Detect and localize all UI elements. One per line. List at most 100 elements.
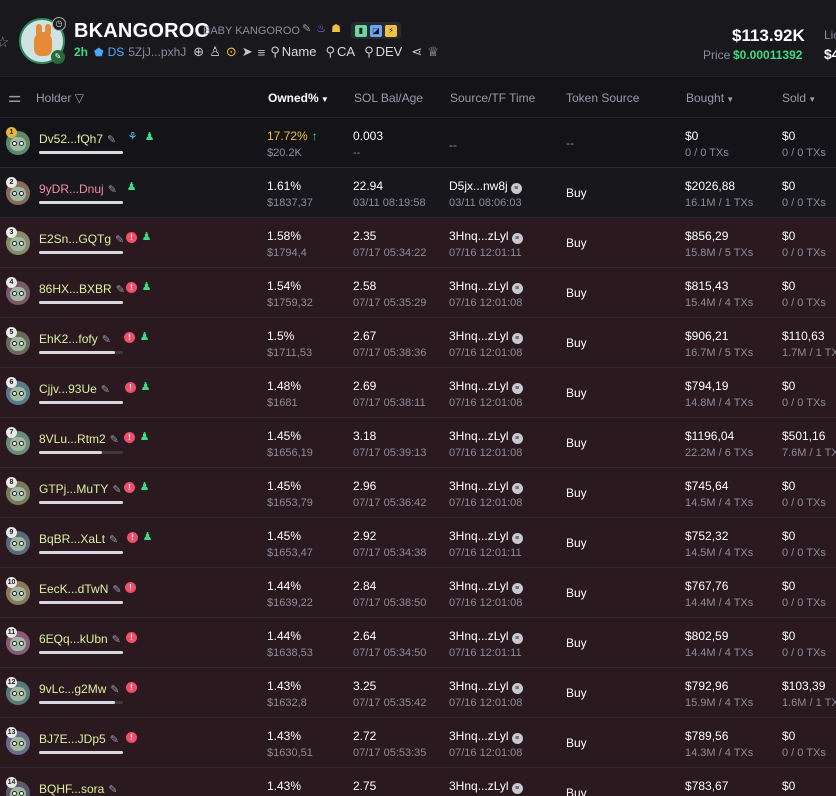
- pencil-icon[interactable]: ✎: [108, 784, 117, 796]
- funding-source[interactable]: 3Hnq...zLyl ≡: [449, 279, 523, 294]
- edit-avatar-icon[interactable]: ✎: [51, 50, 65, 64]
- pencil-icon[interactable]: ✎: [101, 384, 110, 396]
- user-tag-icon[interactable]: ♟: [144, 132, 155, 143]
- holder-address[interactable]: EhK2...fofy ✎: [39, 332, 111, 346]
- warning-tag-icon[interactable]: !: [126, 682, 137, 693]
- pencil-icon[interactable]: ✎: [102, 334, 111, 346]
- warning-tag-icon[interactable]: !: [125, 582, 136, 593]
- warning-tag-icon[interactable]: !: [126, 282, 137, 293]
- share-badge-icon[interactable]: ◪: [370, 24, 382, 37]
- holder-row[interactable]: 3 E2Sn...GQTg ✎! ♟ 1.58% $1794,4 2.35 07/17 05:…: [0, 218, 836, 268]
- funding-source[interactable]: 3Hnq...zLyl ≡: [449, 629, 523, 644]
- funding-source[interactable]: 3Hnq...zLyl ≡: [449, 729, 523, 744]
- funding-source[interactable]: 3Hnq...zLyl ≡: [449, 329, 523, 344]
- funding-source[interactable]: 3Hnq...zLyl ≡: [449, 429, 523, 444]
- holder-address[interactable]: GTPj...MuTY ✎: [39, 482, 122, 496]
- holder-row[interactable]: 5 EhK2...fofy ✎! ♟ 1.5% $1711,53 2.67 07/17 05:…: [0, 318, 836, 368]
- pencil-icon[interactable]: ✎: [115, 234, 124, 246]
- holder-row[interactable]: 10 EecK...dTwN ✎! 1.44% $1639,22 2.84 07/17 05…: [0, 568, 836, 618]
- col-source[interactable]: Source/TF Time: [450, 91, 535, 105]
- holder-address[interactable]: Cjjv...93Ue ✎: [39, 382, 110, 396]
- globe-icon[interactable]: ⊕: [193, 44, 204, 60]
- funding-source[interactable]: 3Hnq...zLyl ≡: [449, 679, 523, 694]
- warning-tag-icon[interactable]: !: [126, 732, 137, 743]
- holder-address[interactable]: BJ7E...JDp5 ✎: [39, 732, 119, 746]
- pencil-icon[interactable]: ✎: [112, 584, 121, 596]
- col-sol-balance[interactable]: SOL Bal/Age: [354, 91, 423, 105]
- star-icon[interactable]: ☆: [0, 33, 9, 51]
- contract-address[interactable]: 5ZjJ...pxhJ: [128, 45, 186, 59]
- pencil-icon[interactable]: ✎: [107, 134, 116, 146]
- holder-address[interactable]: EecK...dTwN ✎: [39, 582, 122, 596]
- user-tag-icon[interactable]: ♟: [140, 382, 151, 393]
- holder-address[interactable]: 8VLu...Rtm2 ✎: [39, 432, 119, 446]
- holder-address[interactable]: BQHF...sora ✎: [39, 782, 118, 796]
- holder-row[interactable]: 13 BJ7E...JDp5 ✎! 1.43% $1630,51 2.72 07/17 05…: [0, 718, 836, 768]
- share-icon[interactable]: ⋖: [411, 44, 422, 60]
- funding-source[interactable]: D5jx...nw8j ≡: [449, 179, 522, 194]
- holder-address[interactable]: 86HX...BXBR ✎: [39, 282, 125, 296]
- holder-row[interactable]: 12 9vLc...g2Mw ✎! 1.43% $1632,8 3.25 07/17 05:…: [0, 668, 836, 718]
- holder-address[interactable]: 9vLc...g2Mw ✎: [39, 682, 120, 696]
- funding-source[interactable]: 3Hnq...zLyl ≡: [449, 529, 523, 544]
- warning-tag-icon[interactable]: !: [124, 432, 135, 443]
- funding-source[interactable]: 3Hnq...zLyl ≡: [449, 379, 523, 394]
- warning-tag-icon[interactable]: !: [126, 632, 137, 643]
- holder-row[interactable]: 9 BqBR...XaLt ✎! ♟ 1.45% $1653,47 2.92 07/17 05…: [0, 518, 836, 568]
- holder-row[interactable]: 2 9yDR...Dnuj ✎ ♟ 1.61% $1837,37 22.94 03/11 08…: [0, 168, 836, 218]
- warning-icon[interactable]: ⊙: [226, 44, 237, 60]
- holder-row[interactable]: 1 Dv52...fQh7 ✎ ⚘ ♟ 17.72% ↑ $20.2K 0.003 -- -- -- $…: [0, 118, 836, 168]
- warning-tag-icon[interactable]: !: [125, 382, 136, 393]
- lightning-badge-icon[interactable]: ⚡: [385, 24, 397, 37]
- holder-row[interactable]: 11 6EQq...kUbn ✎! 1.44% $1638,53 2.64 07/17 05…: [0, 618, 836, 668]
- telegram-icon[interactable]: ➤: [242, 44, 253, 60]
- warning-tag-icon[interactable]: !: [124, 332, 135, 343]
- ds-label[interactable]: DS: [108, 45, 125, 59]
- search-dev-link[interactable]: ⚲ DEV: [364, 44, 402, 60]
- filter-icon[interactable]: ▽: [71, 91, 84, 105]
- search-name-link[interactable]: ⚲ Name: [270, 44, 316, 60]
- search-ca-link[interactable]: ⚲ CA: [325, 44, 355, 60]
- holder-row[interactable]: 7 8VLu...Rtm2 ✎! ♟ 1.45% $1656,19 3.18 07/17 05…: [0, 418, 836, 468]
- pencil-icon[interactable]: ✎: [112, 484, 121, 496]
- pencil-icon[interactable]: ✎: [112, 634, 121, 646]
- holder-address[interactable]: 9yDR...Dnuj ✎: [39, 182, 117, 196]
- user-tag-icon[interactable]: ♟: [141, 282, 152, 293]
- user-tag-icon[interactable]: ♟: [142, 532, 153, 543]
- chart-badge-icon[interactable]: ▮: [355, 24, 367, 37]
- user-tag-icon[interactable]: ♟: [126, 182, 137, 193]
- pencil-icon[interactable]: ✎: [110, 734, 119, 746]
- pencil-icon[interactable]: ✎: [110, 684, 119, 696]
- col-bought[interactable]: Bought ▼: [686, 91, 734, 105]
- warning-tag-icon[interactable]: !: [124, 482, 135, 493]
- user-tag-icon[interactable]: ♟: [139, 332, 150, 343]
- funding-source[interactable]: 3Hnq...zLyl ≡: [449, 229, 523, 244]
- user-tag-icon[interactable]: ♟: [141, 232, 152, 243]
- pencil-icon[interactable]: ✎: [109, 534, 118, 546]
- crown-icon[interactable]: ♕: [427, 44, 439, 60]
- user-icon[interactable]: ♙: [209, 44, 221, 60]
- warning-tag-icon[interactable]: !: [126, 232, 137, 243]
- funding-source[interactable]: 3Hnq...zLyl ≡: [449, 479, 523, 494]
- col-owned[interactable]: Owned% ▼: [268, 91, 329, 105]
- warning-tag-icon[interactable]: !: [127, 532, 138, 543]
- holder-address[interactable]: E2Sn...GQTg ✎: [39, 232, 124, 246]
- col-holder[interactable]: Holder ▽: [36, 91, 84, 105]
- sliders-icon[interactable]: ⚌: [8, 88, 21, 106]
- holder-row[interactable]: 8 GTPj...MuTY ✎! ♟ 1.45% $1653,79 2.96 07/17 05…: [0, 468, 836, 518]
- menu-circle-icon[interactable]: ≡: [258, 45, 266, 60]
- pencil-icon[interactable]: ✎: [110, 434, 119, 446]
- pencil-icon[interactable]: ✎: [116, 284, 125, 296]
- holder-row[interactable]: 4 86HX...BXBR ✎! ♟ 1.54% $1759,32 2.58 07/17 05…: [0, 268, 836, 318]
- col-sold[interactable]: Sold ▼: [782, 91, 816, 105]
- pencil-icon[interactable]: ✎: [108, 184, 117, 196]
- col-token-source[interactable]: Token Source: [566, 91, 639, 105]
- funding-source[interactable]: 3Hnq...zLyl ≡: [449, 579, 523, 594]
- funding-source[interactable]: 3Hnq...zLyl ≡: [449, 779, 523, 794]
- holder-row[interactable]: 6 Cjjv...93Ue ✎! ♟ 1.48% $1681 2.69 07/17 05:38…: [0, 368, 836, 418]
- fish-tag-icon[interactable]: ⚘: [127, 132, 138, 143]
- holder-address[interactable]: 6EQq...kUbn ✎: [39, 632, 121, 646]
- user-tag-icon[interactable]: ♟: [139, 482, 150, 493]
- pencil-icon[interactable]: ✎: [302, 22, 311, 35]
- user-tag-icon[interactable]: ♟: [139, 432, 150, 443]
